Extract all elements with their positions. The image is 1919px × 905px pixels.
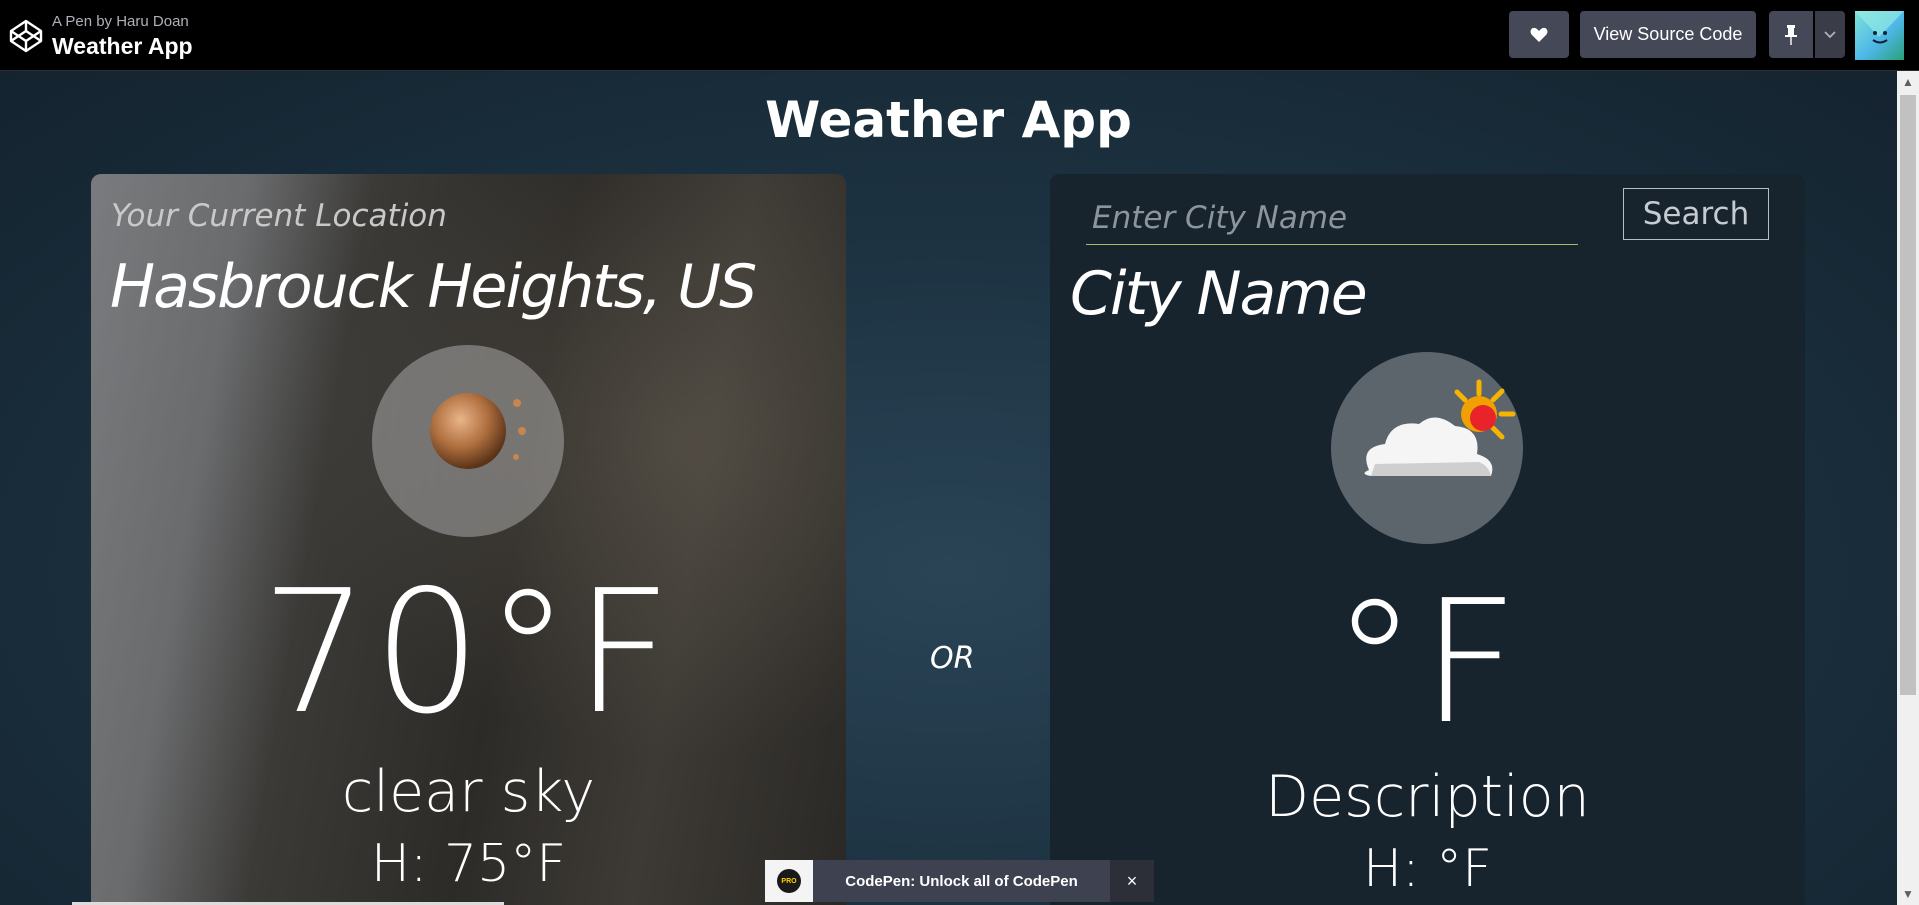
- searched-weather-icon-wrapper: [1331, 352, 1523, 544]
- close-icon[interactable]: ×: [1110, 860, 1154, 902]
- scroll-up-icon[interactable]: ▲: [1897, 71, 1919, 93]
- codepen-pro-banner[interactable]: PRO CodePen: Unlock all of CodePen ×: [765, 860, 1154, 902]
- search-button[interactable]: Search: [1623, 188, 1769, 240]
- city-search-input[interactable]: [1086, 191, 1578, 245]
- current-description: clear sky: [341, 759, 596, 825]
- scroll-down-icon[interactable]: ▼: [1897, 883, 1919, 905]
- partly-cloudy-icon: [1364, 379, 1516, 476]
- page-scrollbar[interactable]: ▲ ▼: [1897, 71, 1919, 905]
- view-source-button[interactable]: View Source Code: [1580, 11, 1756, 58]
- or-divider: OR: [930, 641, 975, 676]
- searched-description: Description: [1265, 764, 1590, 830]
- pin-icon: [1785, 24, 1797, 45]
- weather-page: Weather App Your Current Location Hasbro…: [0, 71, 1897, 905]
- searched-city-name: City Name: [1070, 259, 1368, 329]
- current-location-card: Your Current Location Hasbrouck Heights,…: [91, 174, 846, 905]
- pen-title: Weather App: [52, 33, 193, 59]
- heart-icon: [1530, 27, 1548, 42]
- love-button[interactable]: [1509, 11, 1569, 58]
- pro-badge-label: PRO: [777, 869, 801, 893]
- city-search-card: Search City Name °F Description H: °F: [1050, 174, 1805, 905]
- avatar-face-icon: [1855, 11, 1904, 44]
- promo-text[interactable]: CodePen: Unlock all of CodePen: [813, 873, 1110, 890]
- current-city-name: Hasbrouck Heights, US: [110, 252, 757, 322]
- current-temperature: 70°F: [260, 554, 677, 752]
- clear-sky-icon: [430, 393, 526, 469]
- chevron-down-icon: [1824, 30, 1836, 38]
- pro-badge-icon: PRO: [765, 860, 813, 902]
- page-title: Weather App: [765, 91, 1132, 149]
- pen-author[interactable]: A Pen by Haru Doan: [52, 13, 189, 30]
- pin-button[interactable]: [1769, 11, 1813, 58]
- scrollbar-thumb[interactable]: [1900, 95, 1916, 695]
- current-location-caption: Your Current Location: [111, 198, 447, 234]
- codepen-header: A Pen by Haru Doan Weather App View Sour…: [0, 0, 1919, 71]
- current-high-temp: H: 75°F: [370, 834, 567, 894]
- codepen-logo-icon[interactable]: [8, 18, 44, 54]
- searched-temperature: °F: [1332, 564, 1523, 762]
- current-weather-icon-wrapper: [372, 345, 564, 537]
- user-avatar[interactable]: [1855, 11, 1904, 60]
- pin-dropdown-button[interactable]: [1815, 11, 1845, 58]
- searched-high-temp: H: °F: [1362, 839, 1493, 899]
